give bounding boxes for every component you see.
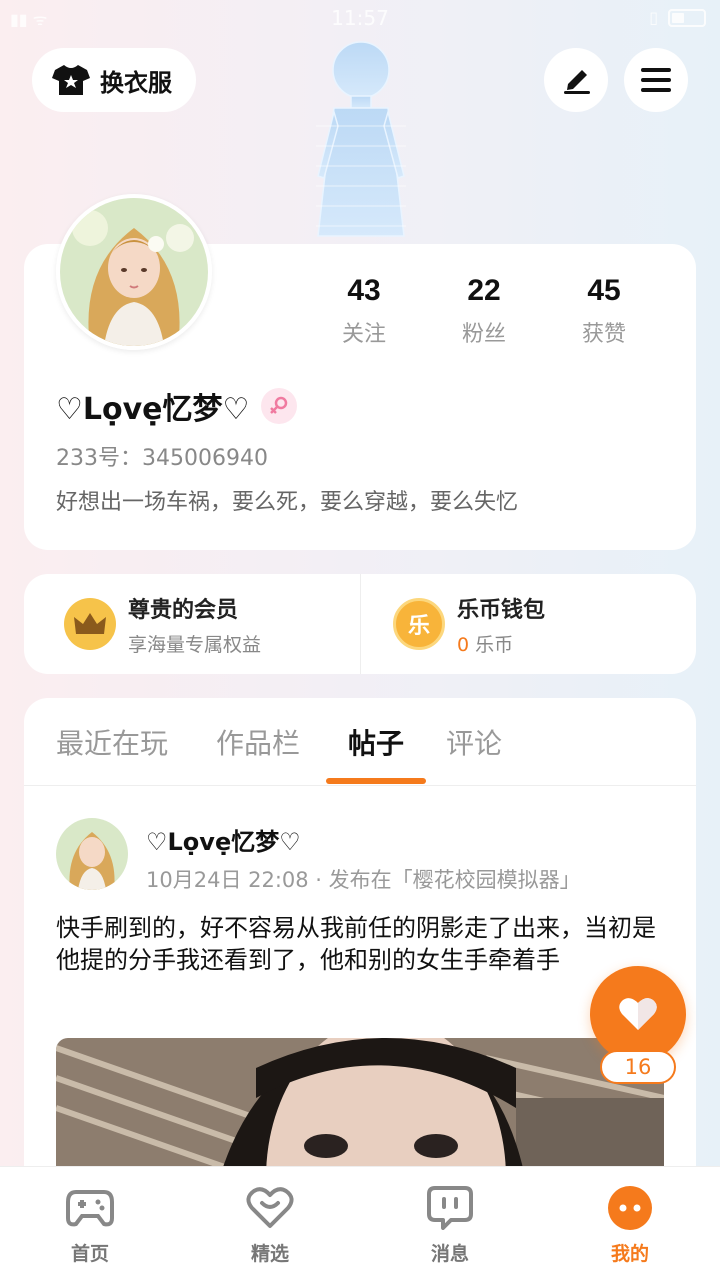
vip-subtitle: 享海量专属权益 bbox=[128, 633, 262, 656]
tab-works[interactable]: 作品栏 bbox=[216, 722, 300, 762]
stat-following-label: 关注 bbox=[341, 322, 386, 347]
profile-tabs: 最近在玩 作品栏 帖子 评论 bbox=[24, 698, 696, 786]
post-meta: 10月24日 22:08 · 发布在「樱花校园模拟器」 bbox=[146, 868, 581, 892]
heart-chat-icon bbox=[245, 1183, 295, 1233]
stat-fans-value: 22 bbox=[467, 274, 501, 307]
stat-following[interactable]: 43 关注 bbox=[304, 274, 424, 348]
post-author-avatar[interactable] bbox=[56, 818, 128, 890]
coin-icon: 乐 bbox=[393, 598, 445, 650]
stat-fans[interactable]: 22 粉丝 bbox=[424, 274, 544, 348]
tshirt-icon bbox=[52, 65, 90, 95]
nav-home[interactable]: 首页 bbox=[0, 1167, 180, 1280]
heart-icon bbox=[619, 998, 657, 1030]
post-text[interactable]: 快手刷到的，好不容易从我前任的阴影走了出来，当初是他提的分手我还看到了，他和别的… bbox=[56, 912, 656, 976]
crown-icon bbox=[64, 598, 116, 650]
female-icon bbox=[261, 388, 298, 424]
nav-featured[interactable]: 精选 bbox=[180, 1167, 360, 1280]
tab-comments[interactable]: 评论 bbox=[446, 722, 502, 762]
stat-following-value: 43 bbox=[347, 274, 381, 307]
profile-bio: 好想出一场车祸，要么死，要么穿越，要么失忆 bbox=[56, 490, 519, 515]
status-time: 11:57 bbox=[331, 6, 389, 30]
profile-stats: 43 关注 22 粉丝 45 获赞 bbox=[304, 274, 664, 348]
vibrate-icon: ▯ bbox=[649, 8, 658, 27]
profile-id: 233号：345006940 bbox=[56, 446, 268, 471]
avatar-figure-hologram[interactable] bbox=[296, 36, 426, 246]
menu-button[interactable] bbox=[624, 48, 688, 112]
stat-likes-label: 获赞 bbox=[581, 322, 626, 347]
nav-featured-label: 精选 bbox=[250, 1243, 289, 1265]
membership-card: 尊贵的会员 享海量专属权益 乐 乐币钱包 0 乐币 bbox=[24, 574, 696, 674]
tab-indicator bbox=[326, 778, 426, 784]
stat-likes-value: 45 bbox=[587, 274, 621, 307]
wallet-title: 乐币钱包 bbox=[457, 597, 546, 623]
vip-title: 尊贵的会员 bbox=[128, 597, 239, 623]
wallet-balance: 0 乐币 bbox=[457, 630, 545, 657]
status-right: ▯ bbox=[649, 8, 706, 27]
status-bar: ▮▮ ᯤ 11:57 ▯ bbox=[0, 0, 720, 38]
battery-icon bbox=[668, 8, 706, 27]
nav-home-label: 首页 bbox=[70, 1243, 109, 1265]
tab-recent-played[interactable]: 最近在玩 bbox=[56, 722, 168, 762]
wallet-amount: 0 bbox=[457, 633, 470, 656]
wallet-unit: 乐币 bbox=[475, 633, 514, 656]
like-count: 16 bbox=[600, 1050, 676, 1084]
vip-entry[interactable]: 尊贵的会员 享海量专属权益 bbox=[24, 574, 360, 674]
profile-username: ♡Lọvẹ忆梦♡ bbox=[56, 384, 298, 428]
avatar[interactable] bbox=[56, 194, 212, 350]
profile-face-icon bbox=[605, 1183, 655, 1233]
nav-me[interactable]: 我的 bbox=[540, 1167, 720, 1280]
stat-likes[interactable]: 45 获赞 bbox=[544, 274, 664, 348]
like-button[interactable] bbox=[590, 966, 686, 1062]
change-outfit-button[interactable]: 换衣服 bbox=[32, 48, 196, 112]
pen-icon bbox=[564, 70, 590, 94]
hamburger-icon bbox=[641, 68, 671, 92]
post-author-name[interactable]: ♡Lọvẹ忆梦♡ bbox=[146, 822, 301, 857]
nav-messages[interactable]: 消息 bbox=[360, 1167, 540, 1280]
message-icon bbox=[425, 1183, 475, 1233]
nav-me-label: 我的 bbox=[610, 1243, 649, 1265]
change-outfit-label: 换衣服 bbox=[100, 68, 172, 97]
username-text: ♡Lọvẹ忆梦♡ bbox=[56, 392, 250, 427]
bottom-nav: 首页 精选 消息 我的 bbox=[0, 1166, 720, 1280]
gamepad-icon bbox=[65, 1183, 115, 1233]
edit-button[interactable] bbox=[544, 48, 608, 112]
nav-messages-label: 消息 bbox=[430, 1243, 469, 1265]
stat-fans-label: 粉丝 bbox=[461, 322, 506, 347]
coin-icon-char: 乐 bbox=[407, 614, 430, 639]
tab-posts[interactable]: 帖子 bbox=[348, 722, 404, 762]
wallet-entry[interactable]: 乐 乐币钱包 0 乐币 bbox=[360, 574, 696, 674]
